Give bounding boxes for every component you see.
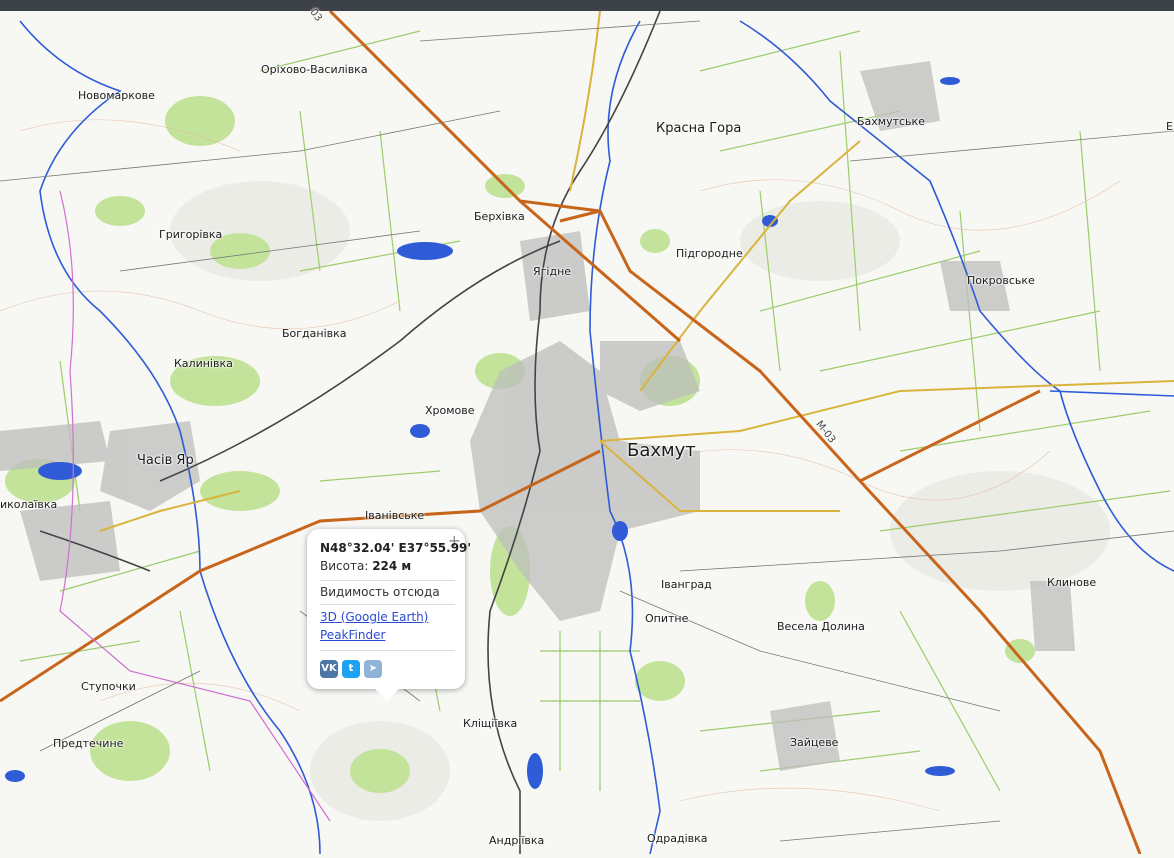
place-label-bohdanivka: Богданівка <box>282 327 347 340</box>
place-label-odradivka: Одрадівка <box>647 832 708 845</box>
place-label-andriivka: Андріївка <box>489 834 545 847</box>
place-label-yahidne: Ягідне <box>533 265 572 278</box>
place-label-krasna-hora: Красна Гора <box>656 121 742 136</box>
twitter-share-icon[interactable]: t <box>342 660 360 678</box>
place-label-ivanhrad: Іванград <box>661 578 712 591</box>
place-label-chasiv-yar: Часів Яр <box>137 453 194 468</box>
altitude-value: 224 м <box>372 559 412 573</box>
place-label-ivanivske: Іванівське <box>365 509 425 522</box>
place-label-pokrovske: Покровське <box>967 274 1035 287</box>
google-earth-link[interactable]: 3D (Google Earth) <box>320 610 428 624</box>
place-label-khromove: Хромове <box>425 404 475 417</box>
place-label-pidhorodne: Підгородне <box>676 247 743 260</box>
place-label-novomarkove: Новомаркове <box>78 89 155 102</box>
coordinates-text: N48°32.04' E37°55.99' <box>320 541 472 555</box>
divider <box>320 580 455 581</box>
place-label-bakhmut: Бахмут <box>627 440 696 461</box>
altitude-label: Висота: <box>320 559 369 573</box>
place-label-opytne: Опитне <box>645 612 689 625</box>
place-label-orikhovo-vasylivka: Оріхово-Василівка <box>261 63 368 76</box>
place-label-stupochky: Ступочки <box>81 680 136 693</box>
place-label-zaitseve: Зайцеве <box>790 736 839 749</box>
place-label-vesela-dolyna: Весела Долина <box>777 620 865 633</box>
place-label-bakhmutske: Бахмутське <box>857 115 925 128</box>
divider <box>320 604 455 605</box>
point-info-popup: + N48°32.04' E37°55.99' Висота: 224 м Ви… <box>307 529 471 701</box>
place-label-edge: Е <box>1166 120 1173 133</box>
place-label-kalynivka: Калинівка <box>174 357 233 370</box>
map-canvas[interactable] <box>0 9 1174 855</box>
visibility-link[interactable]: Видимость отсюда <box>320 585 440 599</box>
topographic-map[interactable]: Оріхово-Василівка Новомаркове Красна Гор… <box>0 7 1174 855</box>
telegram-share-icon[interactable]: ➤ <box>364 660 382 678</box>
peakfinder-link[interactable]: PeakFinder <box>320 628 385 642</box>
place-label-predtechyne: Предтечине <box>53 737 124 750</box>
place-label-berkhivka: Берхівка <box>474 210 525 223</box>
divider <box>320 650 455 651</box>
place-label-klynove: Клинове <box>1047 576 1097 589</box>
place-label-klishchiivka: Кліщіївка <box>463 717 518 730</box>
altitude-row: Висота: 224 м <box>320 559 411 573</box>
place-label-mykolaivka: иколаївка <box>0 498 58 511</box>
place-label-hryhorivka: Григорівка <box>159 228 223 241</box>
top-toolbar <box>0 0 1174 11</box>
vk-share-icon[interactable]: VK <box>320 660 338 678</box>
